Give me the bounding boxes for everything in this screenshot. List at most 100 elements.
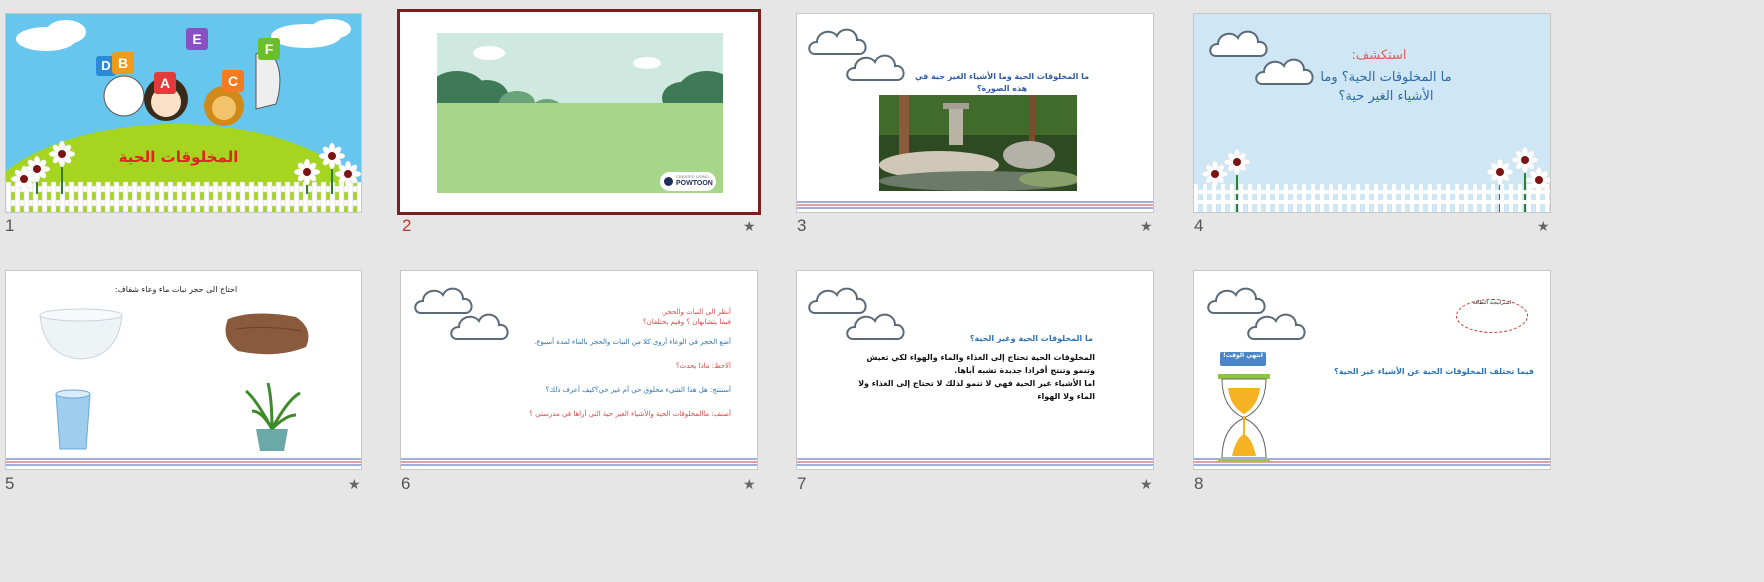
star-icon: ★ bbox=[1140, 219, 1153, 235]
fence-picket bbox=[212, 181, 219, 212]
star-icon: ★ bbox=[743, 219, 756, 235]
fence-picket bbox=[1248, 184, 1252, 212]
slide-6-text: أنظر الى النبات والحجر. فيما يتشابهان ؟ … bbox=[511, 307, 731, 419]
star-icon: ★ bbox=[743, 477, 756, 493]
cloud-icon bbox=[1207, 287, 1306, 340]
fence-picket bbox=[1527, 184, 1531, 212]
slide-7-heading: ما المخلوقات الحية وغير الحية؟ bbox=[969, 334, 1093, 343]
fence-picket bbox=[1203, 184, 1207, 212]
fence-picket bbox=[1437, 184, 1441, 212]
slide-1-canvas[interactable]: D B A E C F المخلوقات الحية bbox=[5, 13, 362, 213]
star-icon: ★ bbox=[1537, 219, 1550, 235]
slide-4-canvas[interactable]: استكشف: ما المخلوقات الحية؟ وما الأشياء … bbox=[1193, 13, 1551, 213]
fence-picket bbox=[1320, 184, 1324, 212]
fence-picket bbox=[1329, 184, 1333, 212]
fence-picket bbox=[338, 181, 345, 212]
slide-number-5: 5 bbox=[5, 474, 15, 493]
slide-6-canvas[interactable]: أنظر الى النبات والحجر. فيما يتشابهان ؟ … bbox=[400, 270, 758, 470]
fence-picket bbox=[1230, 184, 1234, 212]
fence-picket bbox=[1275, 184, 1279, 212]
fence-picket bbox=[356, 181, 361, 212]
slide-6-line-5: أستنتج: هل هذا الشيء مخلوق حي أم غير حي؟… bbox=[545, 386, 731, 394]
slide-3-canvas[interactable]: ما المخلوقات الحية وما الأشياء الغير حية… bbox=[796, 13, 1154, 213]
fence-picket bbox=[1383, 184, 1387, 212]
hourglass-icon bbox=[1218, 374, 1270, 463]
fence-picket bbox=[167, 181, 174, 212]
fence-picket bbox=[1500, 184, 1504, 212]
fence-picket bbox=[1374, 184, 1378, 212]
fence-picket bbox=[1419, 184, 1423, 212]
fence-picket bbox=[1212, 184, 1216, 212]
slide-2-canvas[interactable]: CREATED USING POWTOON bbox=[397, 9, 761, 215]
fence-picket bbox=[68, 181, 75, 212]
fence-picket bbox=[284, 181, 291, 212]
fence-picket bbox=[6, 181, 12, 212]
fence-picket bbox=[1347, 184, 1351, 212]
fence-picket bbox=[248, 181, 255, 212]
slide-8-canvas[interactable]: استراتيجية البطاقة انتهي الوقت! فيما تخت… bbox=[1193, 270, 1551, 470]
slide-7-body-2: اما الأشياء غير الحية فهي لا تنمو لذلك ل… bbox=[858, 379, 1095, 401]
fence-picket bbox=[1293, 184, 1297, 212]
fence-picket bbox=[104, 181, 111, 212]
slide-4-question: ما المخلوقات الحية؟ وما الأشياء الغير حي… bbox=[1320, 70, 1452, 104]
fence-picket bbox=[122, 181, 129, 212]
fence-picket bbox=[149, 181, 156, 212]
slide-7-canvas[interactable]: ما المخلوقات الحية وغير الحية؟ المخلوقات… bbox=[796, 270, 1154, 470]
fence-picket bbox=[320, 181, 327, 212]
fence-picket bbox=[1266, 184, 1270, 212]
powtoon-logo: CREATED USING POWTOON bbox=[660, 172, 716, 191]
fence-picket bbox=[1509, 184, 1513, 212]
slide-7-body: المخلوقات الحية تحتاج إلى الغذاء والماء … bbox=[845, 351, 1095, 403]
fence-picket bbox=[1455, 184, 1459, 212]
slide-5-canvas[interactable]: احتاج الى حجر نبات ماء وعاء شفاف: bbox=[5, 270, 362, 470]
slide-6-line-3: أضع الحجر في الوعاء أروى كلا من النبات و… bbox=[534, 338, 731, 346]
slide-6-line-1: أنظر الى النبات والحجر. bbox=[661, 308, 731, 316]
fence-picket bbox=[140, 181, 147, 212]
fence-picket bbox=[86, 181, 93, 212]
slide-6-line-2: فيما يتشابهان ؟ وفيم يختلفان؟ bbox=[642, 318, 731, 326]
fence-picket bbox=[230, 181, 237, 212]
fence-picket bbox=[1491, 184, 1495, 212]
star-icon: ★ bbox=[1140, 477, 1153, 493]
fence-picket bbox=[1302, 184, 1306, 212]
slide-number-6: 6 bbox=[401, 474, 411, 493]
slide-number-1: 1 bbox=[5, 216, 15, 235]
fence-picket bbox=[311, 181, 318, 212]
fence-picket bbox=[257, 181, 264, 212]
fence-picket bbox=[185, 181, 192, 212]
fence-picket bbox=[95, 181, 102, 212]
slide-number-4: 4 bbox=[1194, 216, 1204, 235]
fence-picket bbox=[1257, 184, 1261, 212]
fence-picket bbox=[1428, 184, 1432, 212]
garden-photo bbox=[879, 95, 1077, 191]
slide-3-question: ما المخلوقات الحية وما الأشياء الغير حية… bbox=[914, 72, 1090, 93]
fence-picket bbox=[1311, 184, 1315, 212]
fence-picket bbox=[1392, 184, 1396, 212]
slide-number-2: 2 bbox=[402, 216, 412, 235]
fence-picket bbox=[113, 181, 120, 212]
fence-picket bbox=[1221, 184, 1225, 212]
star-icon: ★ bbox=[348, 477, 361, 493]
slide-2-landscape bbox=[437, 33, 723, 193]
slide-number-8: 8 bbox=[1194, 474, 1204, 493]
slide-number-7: 7 bbox=[797, 474, 807, 493]
letter-block-b: B bbox=[112, 52, 134, 74]
fence-picket bbox=[1545, 184, 1549, 212]
fence-picket bbox=[1365, 184, 1369, 212]
slide-number-3: 3 bbox=[797, 216, 807, 235]
fence-picket bbox=[77, 181, 84, 212]
fence-picket bbox=[293, 181, 300, 212]
fence-picket bbox=[266, 181, 273, 212]
slide-1-title: المخلوقات الحية bbox=[118, 148, 239, 166]
fence-flowers bbox=[1194, 146, 1550, 212]
slide-7-body-1: المخلوقات الحية تحتاج إلى الغذاء والماء … bbox=[866, 353, 1095, 375]
letter-block-e: E bbox=[186, 28, 208, 50]
slide-6-line-4: ألاحظ: ماذا يحدث؟ bbox=[675, 362, 731, 370]
fence-picket bbox=[1482, 184, 1486, 212]
fence-picket bbox=[1446, 184, 1450, 212]
time-up-button[interactable]: انتهي الوقت! bbox=[1220, 352, 1266, 366]
fence-picket bbox=[275, 181, 282, 212]
fence-picket bbox=[1338, 184, 1342, 212]
fence-picket bbox=[1473, 184, 1477, 212]
fence-picket bbox=[1239, 184, 1243, 212]
